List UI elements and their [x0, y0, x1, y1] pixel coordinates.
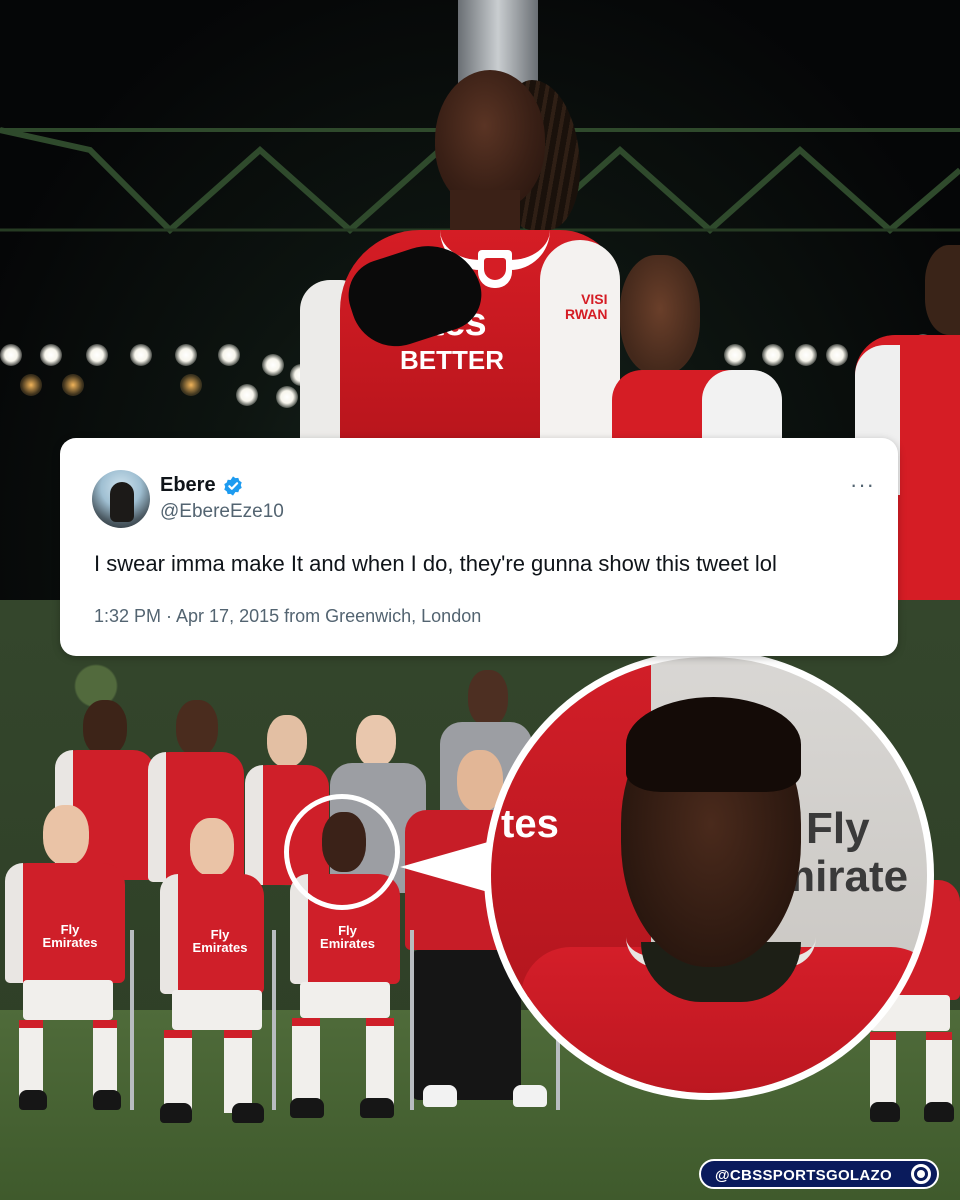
sleeve-sponsor-text: VISI RWAN [565, 291, 608, 322]
teammate-smiling [612, 255, 782, 450]
highlight-ring [284, 794, 400, 910]
front-row-player: Fly Emirates [160, 818, 270, 1128]
club-crest-icon [478, 250, 512, 288]
avatar[interactable] [92, 470, 150, 528]
tweet-card[interactable]: Ebere @EbereEze10 ··· I swear imma make … [60, 438, 898, 656]
tweet-timestamp-location[interactable]: 1:32 PM · Apr 17, 2015 from Greenwich, L… [94, 606, 481, 627]
zoom-banner-fly: Fly [806, 804, 870, 853]
user-handle[interactable]: @EbereEze10 [160, 501, 284, 523]
zoomed-face-circle: tes Fly mirate [484, 650, 934, 1100]
graphic-canvas: irates BETTER VISIRWAN [0, 0, 960, 1200]
front-row-player: Fly Emirates [5, 805, 125, 1125]
display-name[interactable]: Ebere [160, 474, 216, 497]
more-options-icon[interactable]: ··· [850, 472, 875, 498]
cbs-eye-logo-icon [911, 1164, 931, 1184]
celebrating-player: irates BETTER VISIRWAN [300, 60, 620, 470]
player-head [435, 70, 545, 210]
zoom-pointer-arrow [400, 842, 488, 892]
cbs-golazo-handle-badge: @CBSSPORTSGOLAZO [699, 1159, 939, 1189]
zoom-shirt-text: tes [501, 802, 559, 846]
shirt-sponsor-slogan: BETTER [400, 345, 504, 375]
avatar-figure [110, 482, 134, 522]
verified-badge-icon [224, 476, 242, 496]
watermark-handle: @CBSSPORTSGOLAZO [715, 1167, 892, 1184]
tweet-text: I swear imma make It and when I do, they… [94, 551, 777, 576]
